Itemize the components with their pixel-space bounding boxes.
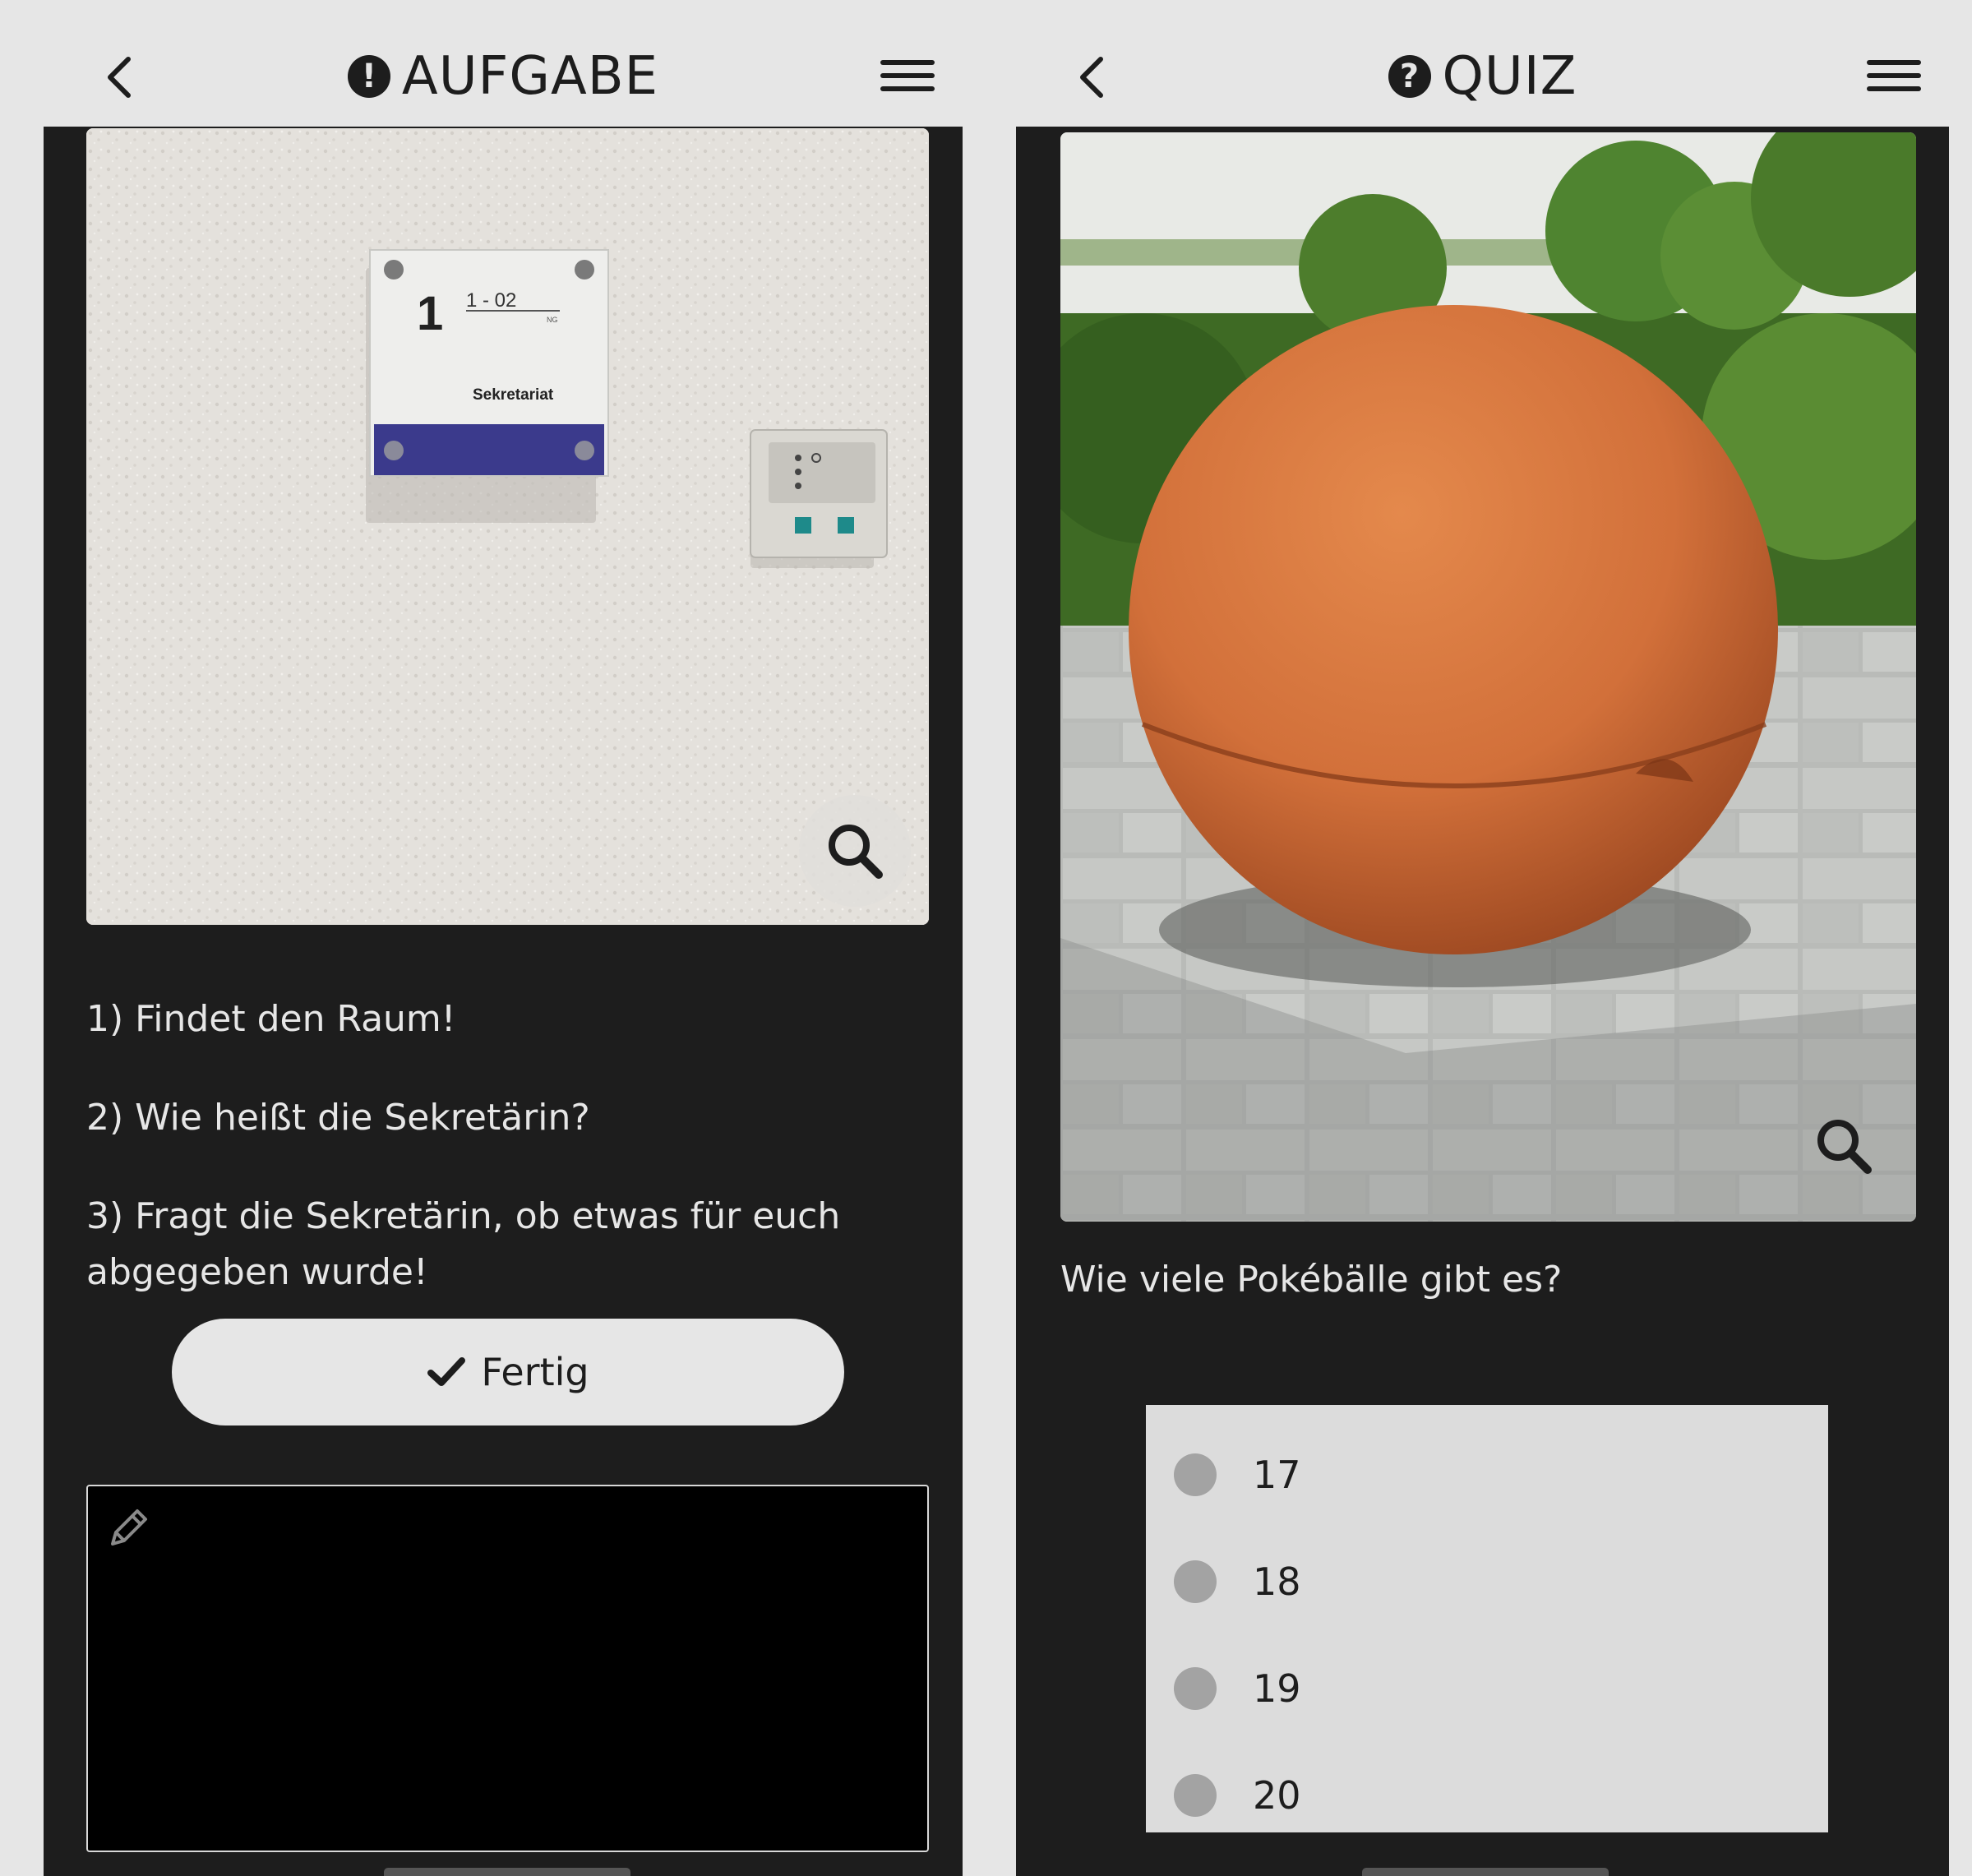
radio-button[interactable] (1174, 1560, 1217, 1603)
answer-label: 19 (1253, 1666, 1301, 1711)
quiz-photo (1060, 132, 1916, 1222)
zoom-button[interactable] (799, 795, 911, 907)
task-item-1: 1) Findet den Raum! (86, 998, 456, 1040)
answer-label: 17 (1253, 1453, 1301, 1497)
task-screen: ! AUFGABE 1 1 - 02 NG Sekretariat 1) Fin… (44, 25, 963, 1876)
hamburger-icon (1867, 60, 1921, 65)
sign-floor: 1 (417, 287, 443, 340)
wall-sign-image: 1 1 - 02 NG Sekretariat (86, 128, 929, 925)
answer-option-20[interactable]: 20 (1146, 1742, 1828, 1849)
zoom-button[interactable] (1811, 1113, 1877, 1179)
home-indicator (384, 1868, 630, 1876)
task-photo: 1 1 - 02 NG Sekretariat (86, 128, 929, 925)
radio-button[interactable] (1174, 1453, 1217, 1496)
screen-title: ! AUFGABE (44, 44, 963, 109)
answer-label: 20 (1253, 1773, 1301, 1818)
top-bar: ! AUFGABE (44, 25, 963, 127)
page-title: QUIZ (1442, 46, 1577, 107)
answer-label: 18 (1253, 1559, 1301, 1604)
notes-input[interactable] (86, 1485, 929, 1852)
sign-label: Sekretariat (473, 386, 554, 404)
done-button-label: Fertig (481, 1350, 589, 1394)
sphere-sculpture-image (1060, 132, 1916, 1222)
answer-option-17[interactable]: 17 (1146, 1421, 1828, 1528)
exclamation-circle-icon: ! (347, 55, 390, 98)
answer-option-19[interactable]: 19 (1146, 1635, 1828, 1742)
task-item-2: 2) Wie heißt die Sekretärin? (86, 1097, 590, 1139)
sign-subtext: NG (547, 316, 558, 324)
hamburger-icon (880, 60, 935, 65)
page-title: AUFGABE (401, 46, 659, 107)
answer-option-18[interactable]: 18 (1146, 1528, 1828, 1635)
sign-room: 1 - 02 (466, 289, 516, 312)
menu-button[interactable] (1867, 55, 1921, 96)
home-indicator (1362, 1868, 1609, 1876)
magnifier-icon (1817, 1120, 1872, 1174)
quiz-screen: ? QUIZ Wie viele Pokébälle gibt es? 17 1… (1016, 25, 1949, 1876)
checkmark-icon (427, 1357, 466, 1386)
magnifier-icon (829, 825, 883, 879)
pencil-icon (111, 1509, 147, 1546)
question-circle-icon: ? (1388, 55, 1431, 98)
done-button[interactable]: Fertig (172, 1319, 844, 1425)
screen-title: ? QUIZ (1016, 44, 1949, 109)
radio-button[interactable] (1174, 1667, 1217, 1710)
answer-options: 17 18 19 20 (1146, 1405, 1828, 1832)
radio-button[interactable] (1174, 1774, 1217, 1817)
quiz-question: Wie viele Pokébälle gibt es? (1060, 1259, 1563, 1301)
task-item-3: 3) Fragt die Sekretärin, ob etwas für eu… (86, 1195, 841, 1293)
top-bar: ? QUIZ (1016, 25, 1949, 127)
menu-button[interactable] (880, 55, 935, 96)
